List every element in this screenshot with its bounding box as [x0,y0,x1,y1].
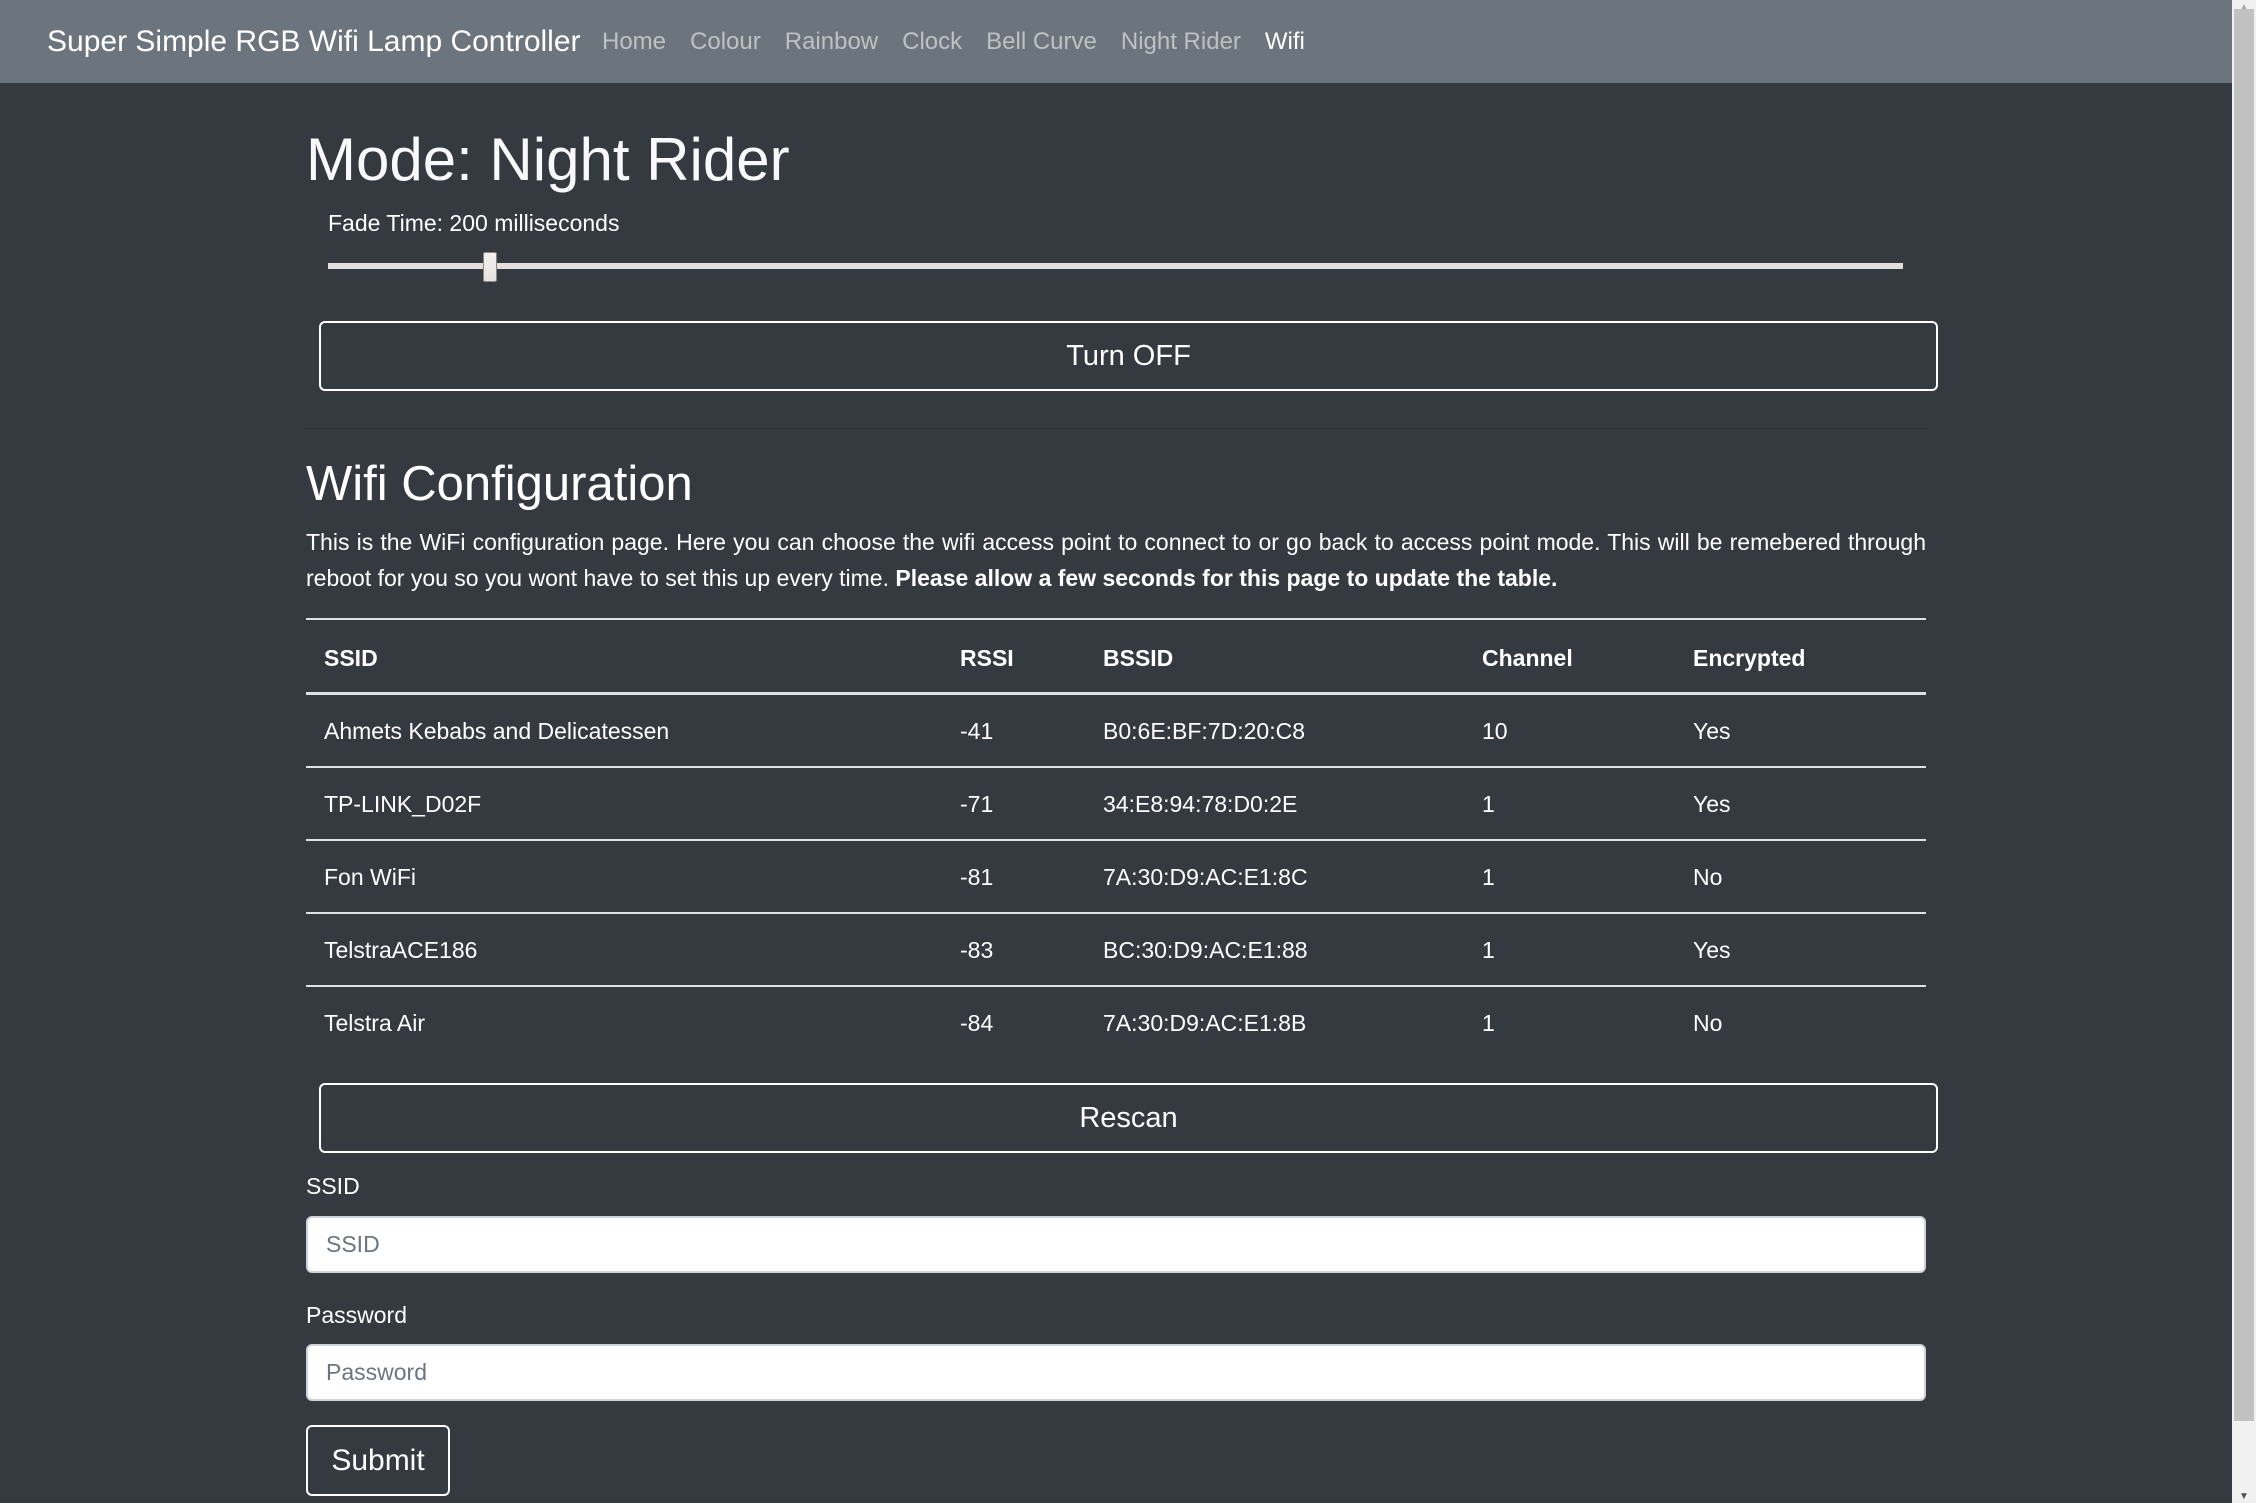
cell-channel: 10 [1482,718,1508,744]
cell-rssi: -71 [960,791,994,817]
ssid-label: SSID [306,1173,360,1199]
cell-bssid: 7A:30:D9:AC:E1:8B [1103,1010,1307,1036]
table-row[interactable]: Ahmets Kebabs and Delicatessen -41 B0:6E… [306,695,1926,768]
wifi-config-heading: Wifi Configuration [306,457,693,511]
table-header: SSID RSSI BSSID Channel Encrypted [306,620,1926,695]
scroll-down-arrow-icon[interactable]: ▼ [2232,1489,2256,1503]
header-bssid: BSSID [1103,645,1174,671]
nav-link-clock[interactable]: Clock [902,27,962,57]
password-label: Password [306,1302,407,1328]
nav-link-bell-curve[interactable]: Bell Curve [986,27,1097,57]
cell-encrypted: Yes [1693,791,1731,817]
table-row[interactable]: TelstraACE186 -83 BC:30:D9:AC:E1:88 1 Ye… [306,914,1926,987]
turn-off-button[interactable]: Turn OFF [319,321,1938,391]
header-ssid: SSID [324,645,378,671]
cell-rssi: -41 [960,718,994,744]
nav-link-rainbow[interactable]: Rainbow [785,27,878,57]
submit-button[interactable]: Submit [306,1425,450,1496]
table-body: Ahmets Kebabs and Delicatessen -41 B0:6E… [306,695,1926,1060]
nav-link-colour[interactable]: Colour [690,27,761,57]
password-input[interactable] [306,1344,1926,1401]
navbar: Super Simple RGB Wifi Lamp Controller Ho… [0,0,2232,83]
rescan-button[interactable]: Rescan [319,1083,1938,1153]
cell-encrypted: No [1693,1010,1723,1036]
cell-rssi: -83 [960,937,994,963]
cell-channel: 1 [1482,1010,1495,1036]
cell-encrypted: Yes [1693,718,1731,744]
mode-title: Mode: Night Rider [306,126,790,193]
header-channel: Channel [1482,645,1573,671]
cell-channel: 1 [1482,864,1495,890]
fade-time-slider[interactable] [328,250,1903,282]
cell-ssid: TelstraACE186 [324,937,478,963]
nav-link-wifi[interactable]: Wifi [1265,27,1305,57]
cell-channel: 1 [1482,791,1495,817]
cell-rssi: -81 [960,864,994,890]
cell-bssid: 34:E8:94:78:D0:2E [1103,791,1298,817]
nav-link-night-rider[interactable]: Night Rider [1121,27,1241,57]
cell-rssi: -84 [960,1010,994,1036]
wifi-networks-table: SSID RSSI BSSID Channel Encrypted Ahmets… [306,618,1926,1060]
cell-encrypted: Yes [1693,937,1731,963]
cell-channel: 1 [1482,937,1495,963]
header-encrypted: Encrypted [1693,645,1806,671]
ssid-input[interactable] [306,1216,1926,1273]
section-divider [306,428,1926,429]
fade-time-label: Fade Time: 200 milliseconds [328,210,620,236]
cell-bssid: BC:30:D9:AC:E1:88 [1103,937,1308,963]
nav-link-home[interactable]: Home [602,27,666,57]
scrollbar-thumb[interactable] [2234,9,2254,1421]
cell-ssid: Ahmets Kebabs and Delicatessen [324,718,670,744]
cell-ssid: Telstra Air [324,1010,425,1036]
wifi-intro-bold: Please allow a few seconds for this page… [895,565,1558,591]
cell-bssid: B0:6E:BF:7D:20:C8 [1103,718,1305,744]
nav-links: Home Colour Rainbow Clock Bell Curve Nig… [602,27,1329,57]
slider-thumb[interactable] [483,252,498,282]
table-row[interactable]: Fon WiFi -81 7A:30:D9:AC:E1:8C 1 No [306,841,1926,914]
slider-track[interactable] [328,263,1903,269]
cell-encrypted: No [1693,864,1723,890]
table-row[interactable]: Telstra Air -84 7A:30:D9:AC:E1:8B 1 No [306,987,1926,1060]
header-rssi: RSSI [960,645,1014,671]
page-scrollbar[interactable]: ▲ ▼ [2232,0,2256,1503]
cell-ssid: TP-LINK_D02F [324,791,482,817]
navbar-brand[interactable]: Super Simple RGB Wifi Lamp Controller [47,24,581,60]
wifi-intro-paragraph: This is the WiFi configuration page. Her… [306,524,1926,596]
cell-bssid: 7A:30:D9:AC:E1:8C [1103,864,1308,890]
cell-ssid: Fon WiFi [324,864,416,890]
table-row[interactable]: TP-LINK_D02F -71 34:E8:94:78:D0:2E 1 Yes [306,768,1926,841]
